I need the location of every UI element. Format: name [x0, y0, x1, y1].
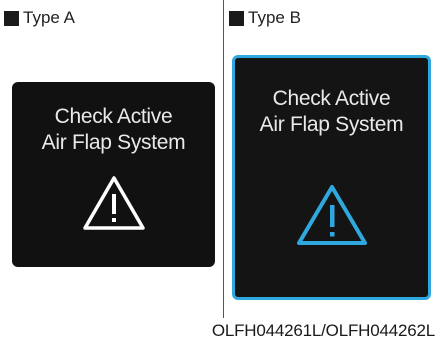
image-code-caption: OLFH044261L/OLFH044262L: [211, 321, 435, 340]
warning-triangle-icon: [296, 185, 367, 245]
type-a-display-panel: Check Active Air Flap System: [12, 82, 215, 267]
bullet-square-icon: [4, 10, 19, 26]
type-a-message-line1: Check Active: [54, 105, 173, 128]
warning-triangle-icon: [82, 176, 145, 230]
type-b-heading: Type B: [229, 8, 301, 28]
type-a-heading: Type A: [4, 8, 75, 28]
type-b-message: Check Active Air Flap System: [235, 86, 428, 138]
type-b-message-line1: Check Active: [272, 87, 391, 110]
type-a-message: Check Active Air Flap System: [12, 104, 215, 156]
type-b-message-line2: Air Flap System: [259, 113, 404, 136]
type-a-label: Type A: [23, 8, 75, 27]
column-divider: [223, 0, 224, 318]
type-b-label: Type B: [248, 8, 301, 27]
bullet-square-icon: [229, 10, 244, 26]
type-b-display-panel: Check Active Air Flap System: [232, 55, 431, 300]
type-a-message-line2: Air Flap System: [41, 131, 186, 154]
